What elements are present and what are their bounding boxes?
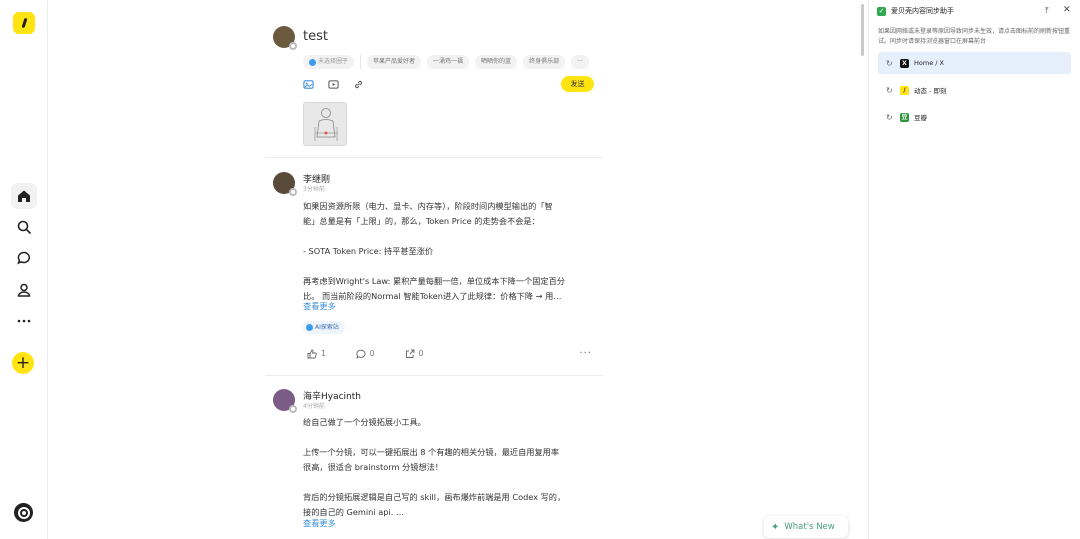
- topic-tag[interactable]: AI探索站: [303, 321, 345, 334]
- post-line: [303, 259, 593, 274]
- share-icon: [405, 349, 415, 358]
- jike-logo[interactable]: [13, 12, 35, 34]
- post-line: [303, 229, 593, 244]
- like-button[interactable]: 1: [307, 349, 326, 359]
- refresh-icon[interactable]: ↻: [886, 86, 895, 95]
- more-icon[interactable]: [11, 308, 37, 334]
- comment-button[interactable]: 0: [356, 349, 375, 359]
- post-body: 给自己做了一个分镜拓展小工具。 上传一个分镜，可以一键拓展出 8 个有趣的相关分…: [303, 415, 593, 520]
- divider: [265, 375, 603, 376]
- panel-header: ✓ 爱贝壳内容同步助手: [877, 6, 954, 16]
- comment-count: 0: [369, 349, 375, 358]
- see-more-link[interactable]: 查看更多: [303, 300, 336, 312]
- link-icon[interactable]: [353, 79, 364, 90]
- post-line: 很高，很适合 brainstorm 分镜想法！: [303, 462, 443, 472]
- composer-avatar[interactable]: [273, 26, 297, 50]
- post-line: 上传一个分镜，可以一键拓展出 8 个有趣的相关分镜，最近自用复用率: [303, 447, 560, 457]
- post-line: 如果因资源所限（电力、显卡、内存等），阶段时间内模型输出的「智: [303, 201, 553, 211]
- post-line: [303, 475, 593, 490]
- topic-chip[interactable]: 一涌鸡一福: [427, 55, 470, 69]
- scrollbar-thumb[interactable]: [861, 4, 864, 56]
- extension-check-icon: ✓: [877, 6, 886, 16]
- sync-item-douban[interactable]: ↻ 豆 豆瓣: [878, 106, 1071, 128]
- composer-input[interactable]: test: [303, 29, 328, 44]
- post-line: 能」总量是有「上限」的，那么，Token Price 的走势会不会是：: [303, 216, 540, 226]
- post-line: [303, 430, 593, 445]
- post-time: 3分钟前: [303, 186, 325, 193]
- sync-item-label: 动态 - 即刻: [914, 87, 947, 95]
- post-line: - SOTA Token Price: 持平甚至涨价: [303, 246, 434, 256]
- topic-icon: [306, 324, 313, 331]
- refresh-icon[interactable]: ↻: [886, 113, 895, 122]
- x-logo-icon: X: [900, 58, 909, 68]
- share-button[interactable]: 0: [405, 349, 424, 359]
- sync-item-jike[interactable]: ↻ / 动态 - 即刻: [878, 79, 1071, 101]
- composer-tools: [303, 79, 364, 90]
- post-line: 再考虑到Wright's Law: 累积产量每翻一倍，单位成本下降一个固定百分: [303, 276, 565, 286]
- feed-scrollbar[interactable]: [860, 0, 866, 539]
- circle-icon: [309, 58, 316, 66]
- douban-logo-icon: 豆: [900, 112, 909, 122]
- left-rail: +: [0, 0, 48, 539]
- close-icon[interactable]: ✕: [1063, 5, 1071, 15]
- post-time: 4分钟前: [303, 403, 325, 410]
- sync-assistant-panel: ✓ 爱贝壳内容同步助手 ⤒ ✕ 如果因网络或未登录等原因导致同步未生效，请点击图…: [868, 0, 1080, 539]
- sync-item-label: Home / X: [914, 59, 944, 67]
- pin-icon[interactable]: ⤒: [1045, 6, 1049, 16]
- profile-icon[interactable]: [11, 277, 37, 303]
- sparkle-icon: ✦: [771, 521, 780, 533]
- divider: [360, 55, 362, 69]
- sync-item-x[interactable]: ↻ X Home / X: [878, 52, 1071, 74]
- divider: [265, 157, 603, 158]
- post-actions: 1 0 0 ···: [307, 348, 592, 359]
- whats-new-label: What's New: [784, 522, 835, 532]
- message-icon[interactable]: [11, 245, 37, 271]
- circle-select-chip[interactable]: 未选择圈子: [303, 55, 355, 69]
- thumbs-up-icon: [307, 349, 317, 358]
- panel-note: 如果因网络或未登录等原因导致同步未生效，请点击图标前的刷新按钮重试。同步时请保持…: [878, 28, 1071, 45]
- jike-logo-icon: /: [900, 85, 909, 95]
- post-line: 给自己做了一个分镜拓展小工具。: [303, 417, 426, 427]
- feed: test 未选择圈子 苹果产品爱好者 一涌鸡一福 晒晒你的蓝 终身俱乐部 ···…: [265, 0, 603, 539]
- see-more-link[interactable]: 查看更多: [303, 517, 336, 529]
- refresh-icon[interactable]: ↻: [886, 59, 895, 68]
- send-button[interactable]: 发送: [561, 76, 594, 92]
- share-count: 0: [418, 349, 424, 358]
- video-icon[interactable]: [328, 79, 339, 90]
- attached-image[interactable]: [303, 102, 347, 146]
- post-line: 比。 而当前阶段的Normal 智能Token进入了此规律：价格下降 → 用…: [303, 291, 562, 301]
- like-count: 1: [321, 349, 326, 358]
- more-options-icon[interactable]: ···: [579, 348, 592, 359]
- author-avatar[interactable]: [273, 172, 297, 196]
- topic-chip[interactable]: 晒晒你的蓝: [475, 55, 518, 69]
- whats-new-button[interactable]: ✦ What's New: [764, 516, 848, 538]
- post-body: 如果因资源所限（电力、显卡、内存等），阶段时间内模型输出的「智 能」总量是有「上…: [303, 199, 593, 304]
- topic-chip[interactable]: 终身俱乐部: [523, 55, 566, 69]
- comment-icon: [356, 349, 366, 359]
- settings-icon[interactable]: [14, 503, 33, 522]
- topic-chips: 未选择圈子 苹果产品爱好者 一涌鸡一福 晒晒你的蓝 终身俱乐部 ···: [303, 55, 603, 69]
- search-icon[interactable]: [11, 214, 37, 240]
- post-line: 背后的分镜拓展逻辑是自己写的 skill，画布爆炸前端是用 Codex 写的，: [303, 492, 566, 502]
- home-icon[interactable]: [11, 183, 37, 209]
- author-avatar[interactable]: [273, 389, 297, 413]
- topic-chip[interactable]: 苹果产品爱好者: [367, 55, 422, 69]
- image-icon[interactable]: [303, 79, 314, 90]
- create-post-button[interactable]: +: [12, 352, 34, 374]
- sync-item-label: 豆瓣: [914, 114, 927, 122]
- post-line: 接的自己的 Gemini api. …: [303, 507, 405, 517]
- topic-chip-more[interactable]: ···: [571, 55, 589, 69]
- panel-title: 爱贝壳内容同步助手: [891, 7, 954, 15]
